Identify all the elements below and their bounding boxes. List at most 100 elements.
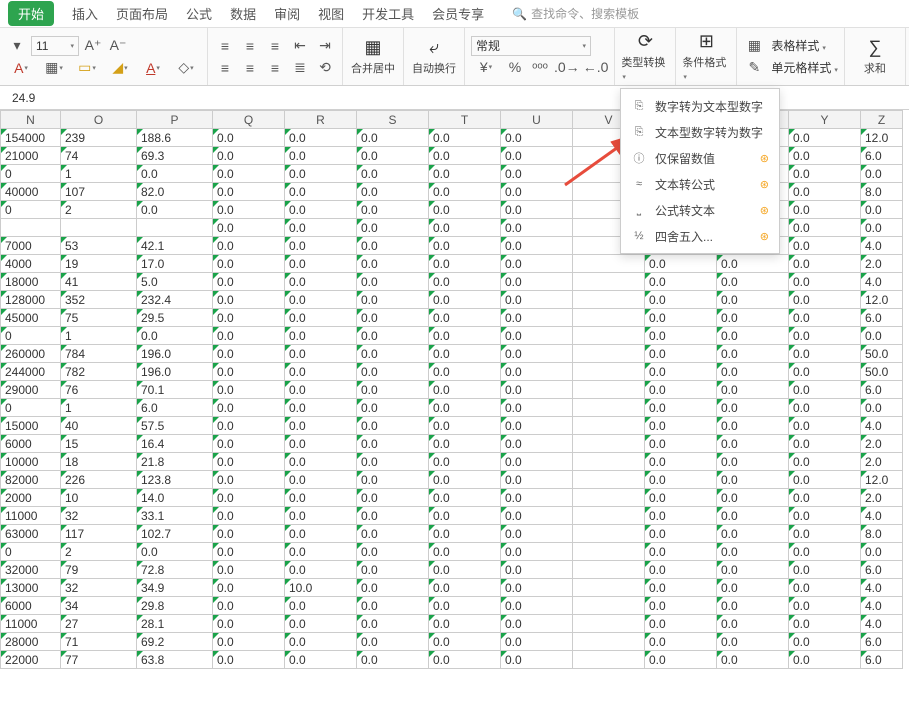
merge-center-button[interactable]: ▦ 合并居中 [349,37,397,76]
cell[interactable] [573,273,645,291]
cell[interactable]: 0.0 [285,291,357,309]
cell[interactable]: 22000 [1,651,61,669]
cell[interactable]: 0.0 [501,273,573,291]
cell[interactable]: 0.0 [357,651,429,669]
cell[interactable]: 260000 [1,345,61,363]
cell[interactable]: 0.0 [501,309,573,327]
type-convert-button[interactable]: ⟳ 类型转换 ▾ [621,31,669,82]
cell[interactable]: 0.0 [861,543,903,561]
indent-right-icon[interactable]: ⇥ [314,35,336,57]
cell[interactable]: 17.0 [137,255,213,273]
cell[interactable]: 0.0 [213,237,285,255]
cell[interactable]: 0.0 [789,471,861,489]
cell[interactable]: 0.0 [717,543,789,561]
cell[interactable]: 0.0 [501,165,573,183]
cell[interactable]: 0.0 [213,255,285,273]
cell[interactable]: 0.0 [861,327,903,345]
cell[interactable]: 0.0 [285,633,357,651]
cell[interactable]: 0.0 [429,363,501,381]
font-dropdown[interactable]: ▾ [6,35,28,57]
cell[interactable]: 0.0 [213,129,285,147]
cell[interactable]: 0.0 [213,291,285,309]
cell[interactable]: 244000 [1,363,61,381]
cell[interactable]: 0.0 [357,381,429,399]
cell[interactable]: 0.0 [357,543,429,561]
table-row[interactable]: 63000117102.70.00.00.00.00.00.00.00.08.0 [1,525,903,543]
cell[interactable]: 102.7 [137,525,213,543]
fill-color-icon[interactable]: ▭▾ [72,57,102,79]
cell[interactable]: 0.0 [645,507,717,525]
cell[interactable]: 0.0 [501,381,573,399]
cell[interactable]: 50.0 [861,345,903,363]
table-row[interactable]: 010.00.00.00.00.00.00.00.00.00.0 [1,327,903,345]
cell[interactable]: 0.0 [357,219,429,237]
cell[interactable]: 50.0 [861,363,903,381]
cell[interactable]: 7000 [1,237,61,255]
cell[interactable]: 6.0 [861,561,903,579]
cell[interactable]: 0.0 [789,435,861,453]
cell[interactable]: 4.0 [861,273,903,291]
tab-data[interactable]: 数据 [230,4,256,23]
cell[interactable] [573,651,645,669]
cell[interactable] [573,489,645,507]
cell[interactable]: 29000 [1,381,61,399]
cell[interactable] [573,543,645,561]
cell[interactable]: 76 [61,381,137,399]
cell[interactable]: 0.0 [501,183,573,201]
cell[interactable]: 12.0 [861,129,903,147]
cell[interactable]: 0.0 [501,219,573,237]
table-row[interactable]: 016.00.00.00.00.00.00.00.00.00.0 [1,399,903,417]
cell[interactable]: 0.0 [213,507,285,525]
cell[interactable] [573,525,645,543]
align-middle-icon[interactable]: ≡ [239,35,261,57]
cell[interactable]: 0.0 [429,219,501,237]
cell[interactable]: 0.0 [213,309,285,327]
cell[interactable] [573,255,645,273]
cell[interactable]: 0.0 [285,417,357,435]
table-row[interactable]: 290007670.10.00.00.00.00.00.00.00.06.0 [1,381,903,399]
orientation-icon[interactable]: ⟲ [314,57,336,79]
cell[interactable]: 8.0 [861,525,903,543]
cell[interactable]: 2.0 [861,435,903,453]
cell[interactable]: 0.0 [645,399,717,417]
cell[interactable]: 226 [61,471,137,489]
increase-decimal-icon[interactable]: .0→ [554,56,580,78]
cell[interactable]: 0.0 [789,309,861,327]
cell[interactable]: 0.0 [285,255,357,273]
cell[interactable]: 0.0 [213,579,285,597]
cell[interactable]: 0.0 [501,363,573,381]
cell[interactable]: 107 [61,183,137,201]
table-row[interactable]: 320007972.80.00.00.00.00.00.00.00.06.0 [1,561,903,579]
cell[interactable]: 10 [61,489,137,507]
align-center-icon[interactable]: ≡ [239,57,261,79]
cell[interactable]: 0.0 [357,399,429,417]
cell[interactable]: 6.0 [861,381,903,399]
cell[interactable]: 29.8 [137,597,213,615]
cell[interactable] [573,579,645,597]
cell[interactable]: 74 [61,147,137,165]
cell[interactable]: 0.0 [789,579,861,597]
menu-formula-to-text[interactable]: ⎵公式转文本⊛ [621,197,779,223]
cell[interactable]: 6.0 [137,399,213,417]
cell[interactable]: 0.0 [789,561,861,579]
cell[interactable]: 0.0 [213,435,285,453]
table-row[interactable]: 450007529.50.00.00.00.00.00.00.00.06.0 [1,309,903,327]
cell[interactable]: 28.1 [137,615,213,633]
cell[interactable]: 19 [61,255,137,273]
cell[interactable]: 0.0 [429,417,501,435]
cell[interactable]: 2 [61,201,137,219]
cell[interactable]: 0.0 [137,543,213,561]
cell[interactable]: 0.0 [213,489,285,507]
cell[interactable]: 0.0 [137,201,213,219]
cell[interactable]: 0.0 [501,345,573,363]
cell[interactable]: 5.0 [137,273,213,291]
cell[interactable]: 0.0 [501,543,573,561]
cell[interactable]: 0.0 [789,489,861,507]
cell[interactable]: 11000 [1,615,61,633]
cell[interactable]: 0.0 [717,579,789,597]
cell[interactable] [573,399,645,417]
column-header[interactable]: Q [213,111,285,129]
cell[interactable]: 0.0 [357,525,429,543]
cell[interactable]: 0.0 [717,417,789,435]
cell[interactable]: 0.0 [285,219,357,237]
